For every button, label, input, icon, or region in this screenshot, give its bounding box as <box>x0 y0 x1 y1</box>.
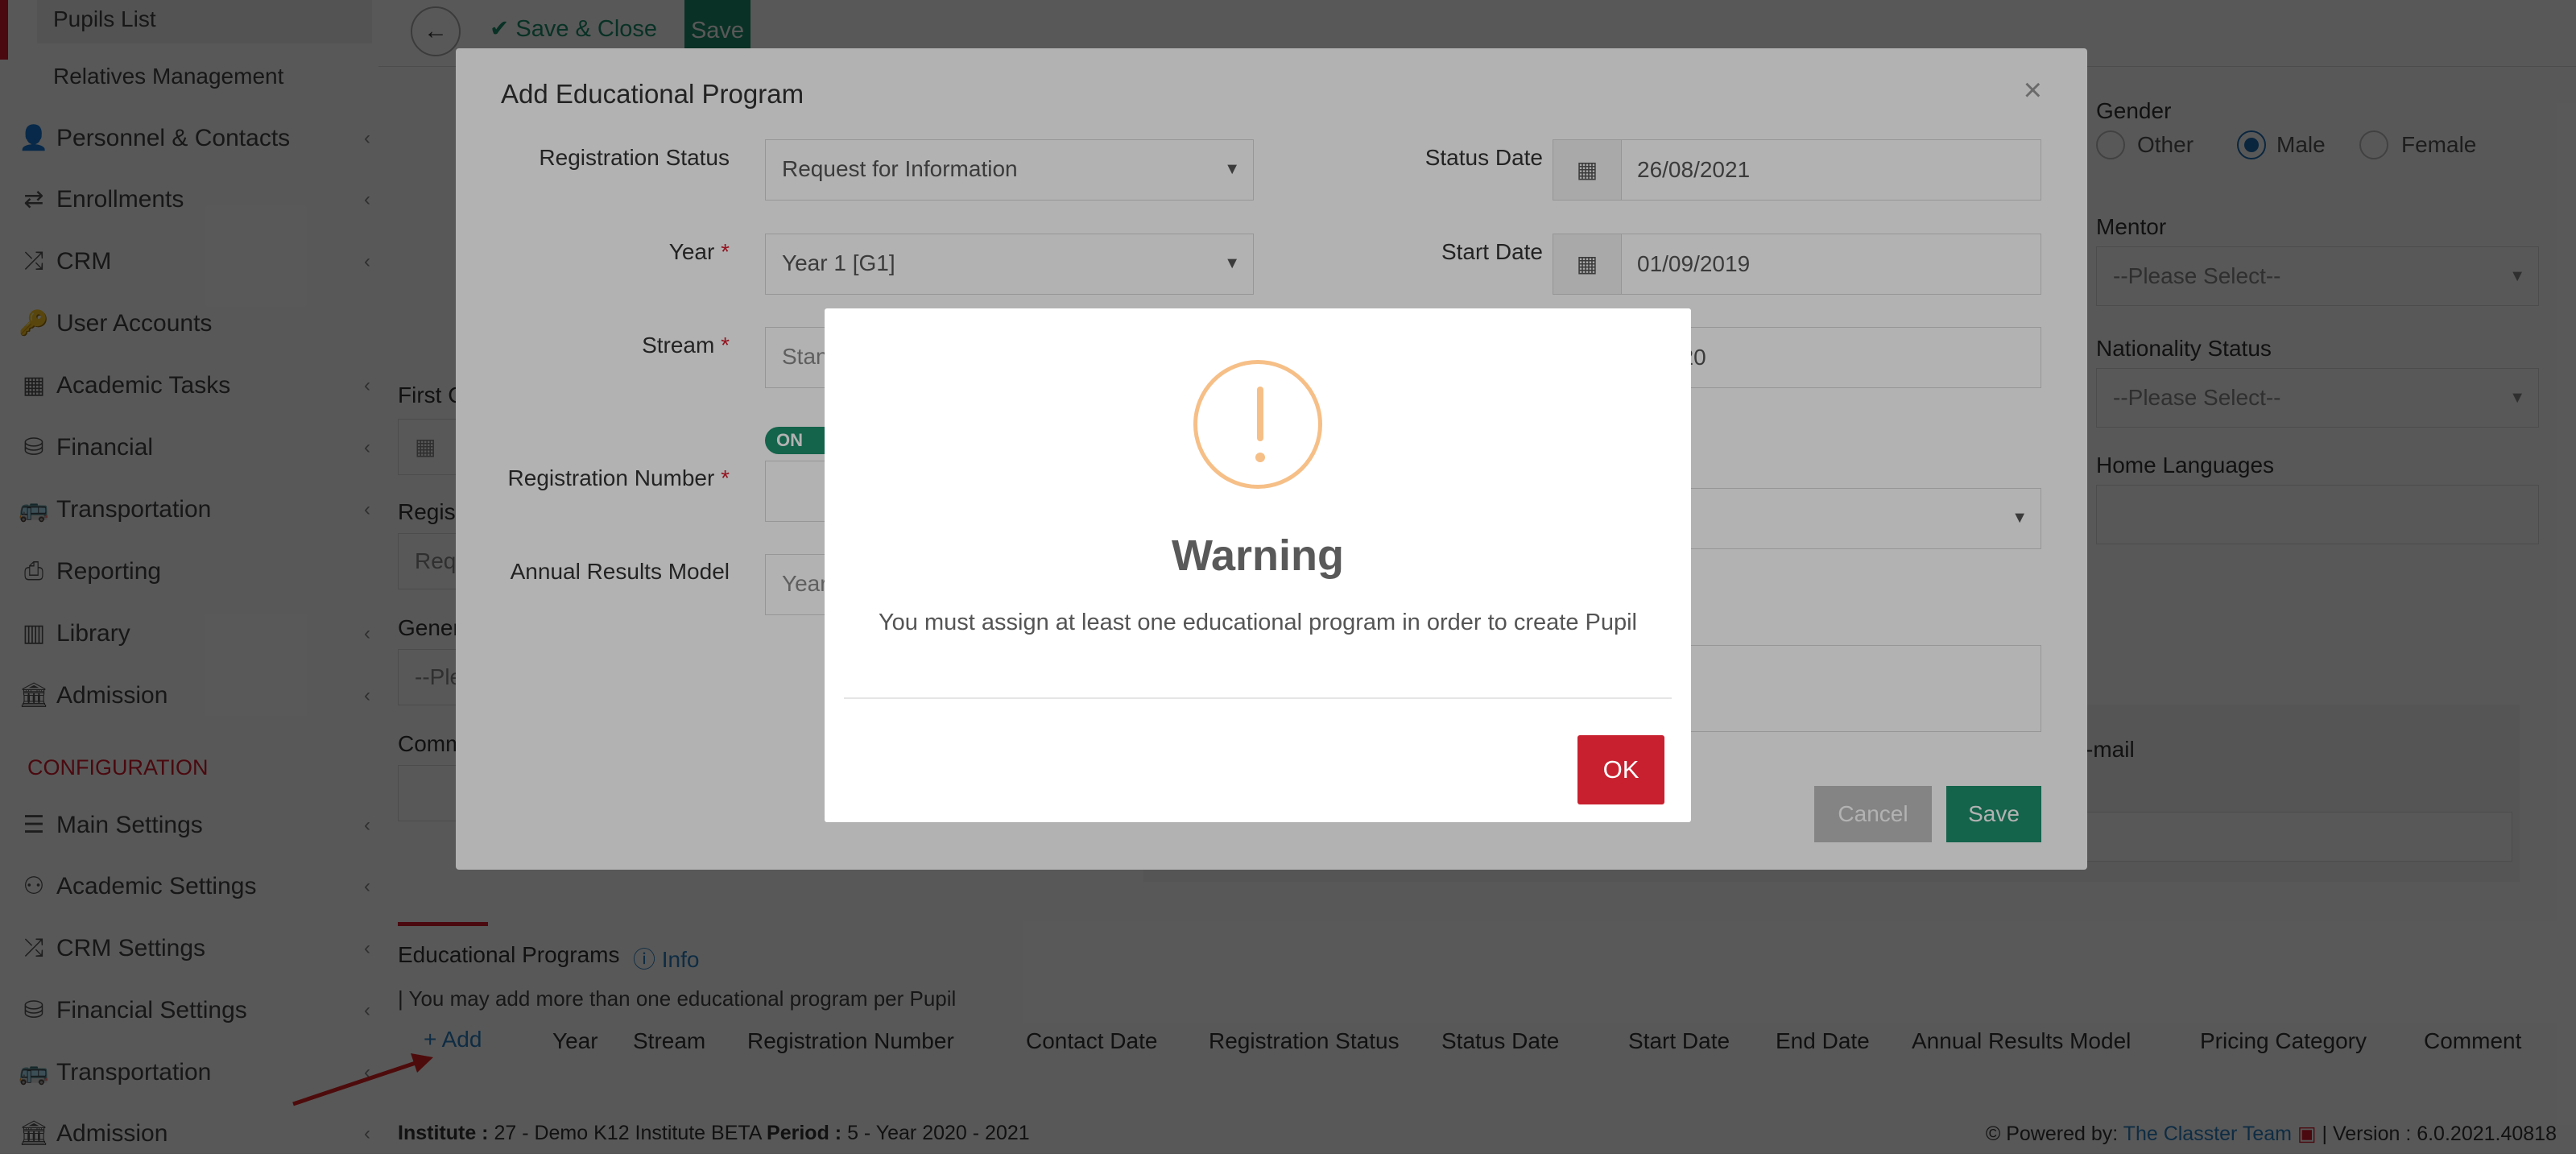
warning-message: You must assign at least one educational… <box>879 610 1637 635</box>
warning-dialog: Warning You must assign at least one edu… <box>825 308 1691 822</box>
exclamation-icon <box>1193 360 1322 489</box>
divider <box>844 697 1672 699</box>
ok-button[interactable]: OK <box>1577 735 1664 804</box>
warning-title: Warning <box>1172 531 1344 580</box>
